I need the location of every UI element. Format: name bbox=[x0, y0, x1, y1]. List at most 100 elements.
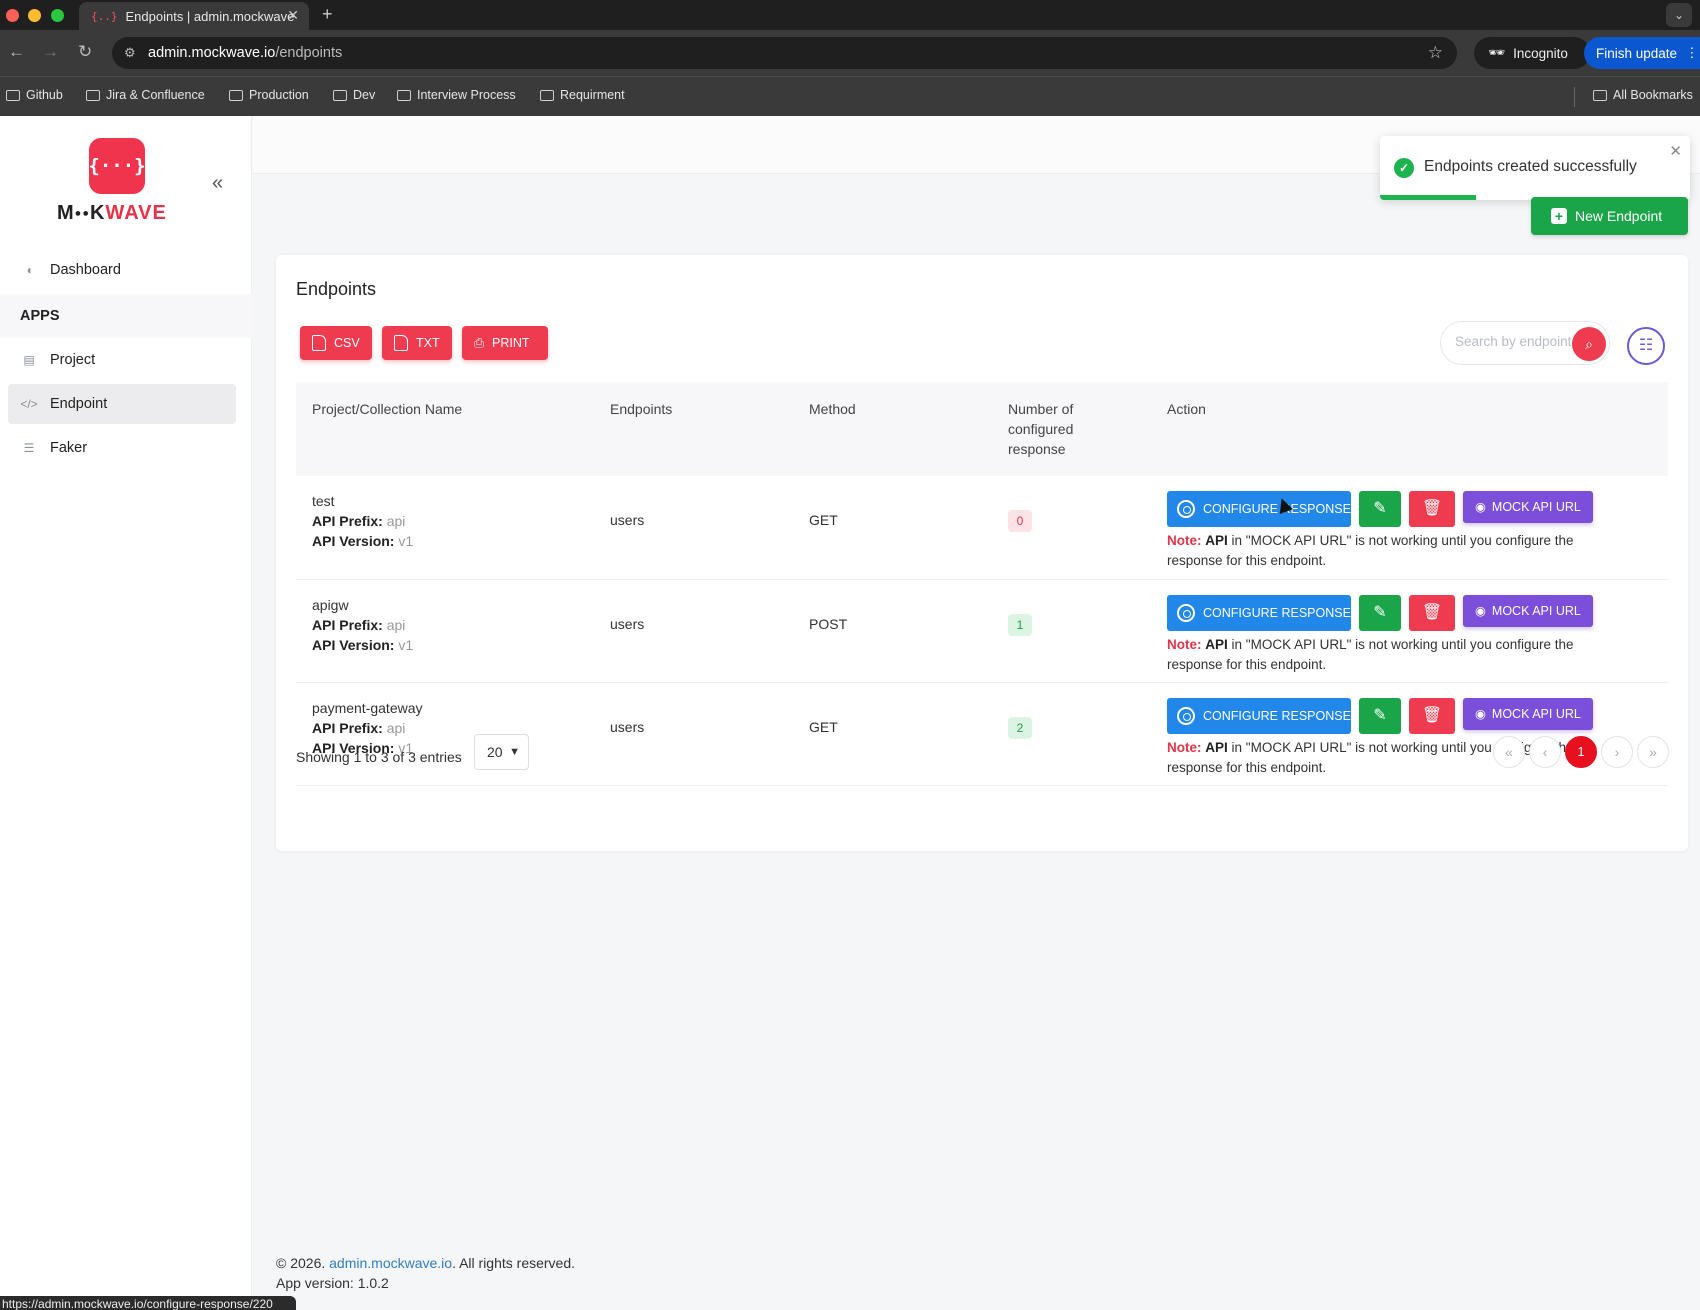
edit-button[interactable]: ✎ bbox=[1359, 491, 1401, 527]
delete-button[interactable]: 🗑 bbox=[1409, 491, 1455, 527]
api-prefix-value: api bbox=[386, 513, 406, 529]
api-prefix-label: API Prefix: bbox=[312, 513, 383, 529]
delete-button[interactable]: 🗑 bbox=[1409, 697, 1455, 734]
search-input[interactable] bbox=[1455, 334, 1580, 349]
edit-button[interactable]: ✎ bbox=[1359, 594, 1401, 631]
folder-icon bbox=[229, 89, 243, 101]
bookmark-star-icon[interactable]: ☆ bbox=[1428, 43, 1443, 63]
close-window-icon[interactable] bbox=[6, 9, 19, 22]
bookmark-requirment[interactable]: Requirment bbox=[540, 88, 625, 102]
col-method: Method bbox=[809, 401, 856, 417]
all-bookmarks[interactable]: All Bookmarks bbox=[1593, 88, 1693, 102]
count-badge: 2 bbox=[1008, 716, 1032, 739]
mockwave-logo-text: M●●KWAVE bbox=[57, 202, 167, 225]
count-badge: 0 bbox=[1008, 510, 1032, 532]
folder-icon bbox=[86, 89, 100, 101]
first-page-button[interactable]: « bbox=[1493, 736, 1525, 768]
apps-section-header: APPS bbox=[0, 294, 252, 338]
faker-icon: ☰ bbox=[23, 441, 35, 455]
sidebar-item-dashboard[interactable]: ◖ Dashboard bbox=[8, 250, 236, 290]
reload-icon[interactable]: ↻ bbox=[78, 42, 92, 62]
api-prefix-line: API Prefix: api bbox=[312, 718, 578, 738]
sidebar-item-faker[interactable]: ☰ Faker bbox=[8, 428, 236, 468]
project-cell: payment-gateway API Prefix: api API Vers… bbox=[296, 682, 594, 786]
gear-icon bbox=[1177, 603, 1195, 622]
incognito-indicator[interactable]: 🕶 Incognito bbox=[1474, 37, 1590, 69]
export-txt-button[interactable]: TXT bbox=[382, 326, 452, 360]
mock-label: MOCK API URL bbox=[1491, 706, 1581, 721]
gear-icon bbox=[1177, 500, 1195, 518]
configure-response-button[interactable]: CONFIGURE RESPONSE bbox=[1167, 491, 1351, 527]
note-text: in "MOCK API URL" is not working until y… bbox=[1167, 636, 1574, 672]
sidebar-item-project[interactable]: ▤ Project bbox=[8, 340, 236, 380]
entries-summary: Showing 1 to 3 of 3 entries bbox=[296, 749, 462, 765]
mock-api-url-button[interactable]: ◉ MOCK API URL bbox=[1463, 491, 1593, 523]
count-cell: 0 bbox=[992, 476, 1151, 580]
search-box: ⌕ bbox=[1440, 321, 1610, 365]
browser-tab[interactable]: {..} Endpoints | admin.mockwave ✕ bbox=[79, 2, 309, 30]
footer-link[interactable]: admin.mockwave.io bbox=[329, 1255, 452, 1271]
txt-label: TXT bbox=[416, 336, 440, 350]
tab-search-icon[interactable]: ⌄ bbox=[1666, 3, 1692, 27]
more-menu-icon[interactable]: ⋮ bbox=[1685, 45, 1699, 61]
close-toast-icon[interactable]: ✕ bbox=[1669, 142, 1682, 160]
count-badge: 1 bbox=[1008, 613, 1032, 636]
print-button[interactable]: ⎙ PRINT bbox=[462, 326, 548, 360]
bookmark-production[interactable]: Production bbox=[229, 88, 309, 102]
address-bar[interactable]: ⚙ admin.mockwave.io/endpoints ☆ bbox=[112, 37, 1457, 69]
logo-m: M bbox=[57, 202, 75, 224]
endpoint-cell: users bbox=[594, 682, 793, 786]
site-info-icon[interactable]: ⚙ bbox=[124, 45, 136, 61]
project-name: test bbox=[312, 493, 335, 509]
eye-icon: ◉ bbox=[1475, 603, 1486, 618]
toast-progress-bar bbox=[1380, 195, 1476, 200]
plus-icon: + bbox=[1551, 208, 1567, 224]
folder-icon bbox=[1593, 89, 1607, 101]
prev-page-button[interactable]: ‹ bbox=[1529, 736, 1561, 768]
api-prefix-line: API Prefix: api bbox=[312, 615, 578, 635]
last-page-button[interactable]: » bbox=[1637, 736, 1669, 768]
incognito-label: Incognito bbox=[1513, 45, 1568, 61]
action-buttons: CONFIGURE RESPONSE ✎ 🗑 ◉ MOCK API URL bbox=[1167, 594, 1652, 631]
bookmark-dev[interactable]: Dev bbox=[333, 88, 375, 102]
page-size-select[interactable]: 20 ▼ bbox=[474, 734, 529, 770]
configure-response-button[interactable]: CONFIGURE RESPONSE bbox=[1167, 697, 1351, 734]
forward-icon[interactable]: → bbox=[42, 42, 59, 62]
delete-button[interactable]: 🗑 bbox=[1409, 594, 1455, 631]
new-endpoint-button[interactable]: + New Endpoint bbox=[1531, 197, 1688, 235]
col-endpoints: Endpoints bbox=[610, 401, 673, 417]
bookmarks-bar: Github Jira & Confluence Production Dev … bbox=[0, 76, 1700, 116]
csv-label: CSV bbox=[334, 336, 360, 350]
collapse-sidebar-icon[interactable]: « bbox=[212, 172, 223, 195]
close-tab-icon[interactable]: ✕ bbox=[287, 7, 299, 24]
back-icon[interactable]: ← bbox=[8, 42, 25, 62]
col-project-name: Project/Collection Name bbox=[312, 401, 463, 417]
bookmark-label: Dev bbox=[353, 88, 376, 102]
bookmark-jira[interactable]: Jira & Confluence bbox=[86, 88, 205, 102]
sidebar-item-endpoint[interactable]: </> Endpoint bbox=[8, 384, 236, 424]
export-csv-button[interactable]: CSV bbox=[300, 326, 372, 360]
url-text[interactable]: admin.mockwave.io/endpoints bbox=[148, 45, 342, 61]
endpoints-table: Project/Collection Name Endpoints Method… bbox=[296, 382, 1668, 786]
mockwave-logo-icon: {···} bbox=[88, 138, 146, 194]
search-icon[interactable]: ⌕ bbox=[1572, 327, 1606, 361]
mock-api-url-button[interactable]: ◉ MOCK API URL bbox=[1463, 697, 1593, 730]
bookmark-github[interactable]: Github bbox=[6, 88, 63, 102]
page-button-current[interactable]: 1 bbox=[1565, 736, 1597, 768]
edit-button[interactable]: ✎ bbox=[1359, 697, 1401, 734]
new-tab-icon[interactable]: + bbox=[322, 4, 333, 25]
maximize-window-icon[interactable] bbox=[51, 9, 64, 22]
finish-update-label: Finish update bbox=[1596, 45, 1678, 61]
api-prefix-label: API Prefix: bbox=[312, 616, 383, 633]
method-cell: POST bbox=[793, 579, 992, 683]
edit-icon: ✎ bbox=[1373, 500, 1387, 517]
finish-update-button[interactable]: Finish update ⋮ bbox=[1584, 37, 1700, 69]
edit-icon: ✎ bbox=[1373, 603, 1387, 621]
filter-settings-icon[interactable]: ☷ bbox=[1627, 327, 1665, 365]
mock-api-url-button[interactable]: ◉ MOCK API URL bbox=[1463, 594, 1593, 627]
minimize-window-icon[interactable] bbox=[28, 9, 41, 22]
configure-response-button[interactable]: CONFIGURE RESPONSE bbox=[1167, 594, 1351, 631]
sidebar-item-label: Faker bbox=[50, 440, 88, 456]
bookmark-interview[interactable]: Interview Process bbox=[397, 88, 516, 102]
next-page-button[interactable]: › bbox=[1601, 736, 1633, 768]
